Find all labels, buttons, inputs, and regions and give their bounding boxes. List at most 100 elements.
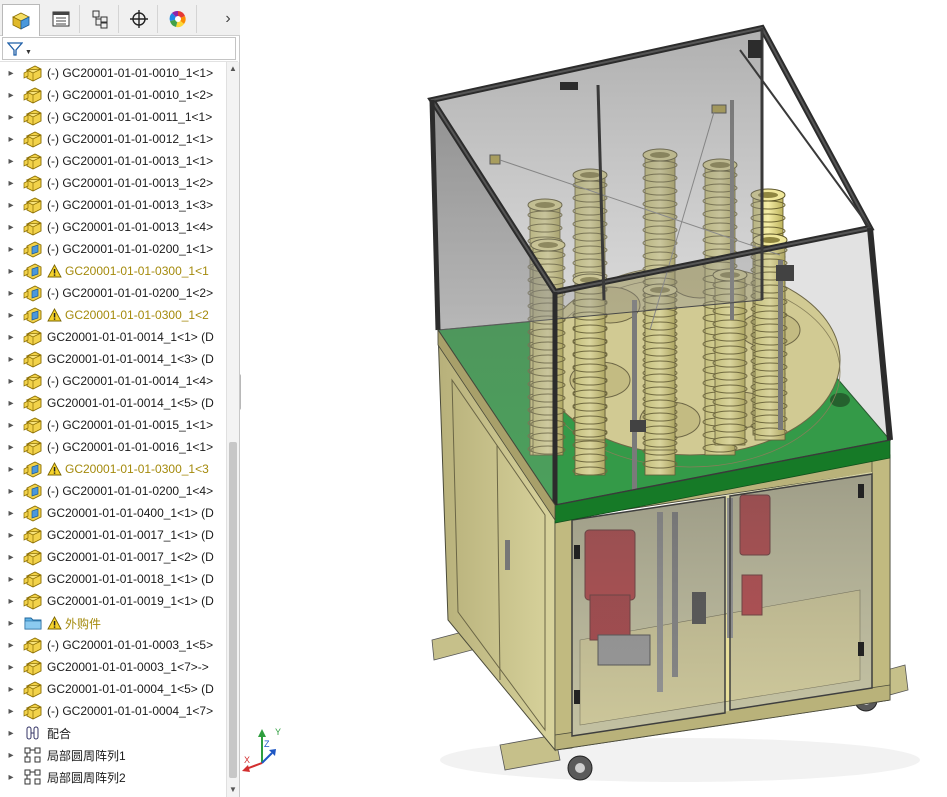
expand-arrow-icon[interactable]: ▸ (0, 750, 22, 761)
expand-arrow-icon[interactable]: ▸ (0, 332, 22, 343)
machine-model-3d-view[interactable] (241, 0, 947, 797)
tree-item[interactable]: ▸ GC20001-01-01-0300_1<1 (0, 260, 226, 282)
tree-item[interactable]: ▸ GC20001-01-01-0014_1<1> (D (0, 326, 226, 348)
tree-item[interactable]: ▸ (-) GC20001-01-01-0200_1<4> (0, 480, 226, 502)
tree-scrollbar[interactable]: ▲ ▼ (226, 62, 239, 797)
graphics-area[interactable]: Y Z X (241, 0, 947, 797)
tab-display-manager[interactable] (159, 5, 197, 33)
color-wheel-icon (169, 10, 186, 28)
tree-item[interactable]: ▸ (-) GC20001-01-01-0013_1<2> (0, 172, 226, 194)
tree-item-label: GC20001-01-01-0014_1<3> (D (47, 352, 214, 366)
tree-item[interactable]: ▸ 外购件 (0, 612, 226, 634)
tree-item-label: 局部圆周阵列2 (47, 770, 126, 785)
tree-item[interactable]: ▸ (-) GC20001-01-01-0200_1<1> (0, 238, 226, 260)
expand-arrow-icon[interactable]: ▸ (0, 574, 22, 585)
property-list-icon (52, 11, 69, 27)
tab-property-manager[interactable] (42, 5, 80, 33)
expand-arrow-icon[interactable]: ▸ (0, 662, 22, 673)
expand-arrow-icon[interactable]: ▸ (0, 354, 22, 365)
tree-item[interactable]: ▸ 局部圆周阵列2 (0, 766, 226, 788)
subassembly-icon (22, 504, 44, 522)
tree-item[interactable]: ▸ GC20001-01-01-0300_1<3 (0, 458, 226, 480)
manager-tab-bar: › (0, 0, 240, 36)
expand-arrow-icon[interactable]: ▸ (0, 552, 22, 563)
expand-arrow-icon[interactable]: ▸ (0, 68, 22, 79)
expand-arrow-icon[interactable]: ▸ (0, 134, 22, 145)
expand-arrow-icon[interactable]: ▸ (0, 112, 22, 123)
expand-arrow-icon[interactable]: ▸ (0, 310, 22, 321)
expand-arrow-icon[interactable]: ▸ (0, 200, 22, 211)
tree-item-label: GC20001-01-01-0019_1<1> (D (47, 594, 214, 608)
expand-arrow-icon[interactable]: ▸ (0, 618, 22, 629)
expand-arrow-icon[interactable]: ▸ (0, 90, 22, 101)
expand-arrow-icon[interactable]: ▸ (0, 508, 22, 519)
expand-arrow-icon[interactable]: ▸ (0, 420, 22, 431)
expand-arrow-icon[interactable]: ▸ (0, 222, 22, 233)
tree-item[interactable]: ▸ GC20001-01-01-0017_1<1> (D (0, 524, 226, 546)
tree-item[interactable]: ▸ (-) GC20001-01-01-0200_1<2> (0, 282, 226, 304)
expand-arrow-icon[interactable]: ▸ (0, 288, 22, 299)
expand-arrow-icon[interactable]: ▸ (0, 640, 22, 651)
tree-item[interactable]: ▸ GC20001-01-01-0400_1<1> (D (0, 502, 226, 524)
tree-item[interactable]: ▸ 局部圆周阵列1 (0, 744, 226, 766)
tree-item[interactable]: ▸ (-) GC20001-01-01-0010_1<2> (0, 84, 226, 106)
tree-item[interactable]: ▸ (-) GC20001-01-01-0015_1<1> (0, 414, 226, 436)
tree-item[interactable]: ▸ GC20001-01-01-0300_1<2 (0, 304, 226, 326)
expand-arrow-icon[interactable]: ▸ (0, 178, 22, 189)
tree-item[interactable]: ▸ (-) GC20001-01-01-0011_1<1> (0, 106, 226, 128)
chevron-down-icon[interactable]: ▼ (25, 49, 32, 56)
expand-arrow-icon[interactable]: ▸ (0, 266, 22, 277)
tree-item-label: (-) GC20001-01-01-0010_1<2> (47, 88, 214, 102)
subassembly-icon (22, 306, 44, 324)
tree-item-label: (-) GC20001-01-01-0013_1<4> (47, 220, 214, 234)
tree-item[interactable]: ▸ (-) GC20001-01-01-0014_1<4> (0, 370, 226, 392)
tree-item-label: (-) GC20001-01-01-0200_1<4> (47, 484, 214, 498)
tree-item[interactable]: ▸ GC20001-01-01-0014_1<3> (D (0, 348, 226, 370)
expand-arrow-icon[interactable]: ▸ (0, 728, 22, 739)
tree-item[interactable]: ▸ (-) GC20001-01-01-0010_1<1> (0, 62, 226, 84)
expand-arrow-icon[interactable]: ▸ (0, 464, 22, 475)
warning-icon (46, 461, 62, 477)
tree-item[interactable]: ▸ (-) GC20001-01-01-0013_1<3> (0, 194, 226, 216)
tree-item[interactable]: ▸ 配合 (0, 722, 226, 744)
expand-arrow-icon[interactable]: ▸ (0, 486, 22, 497)
expand-arrow-icon[interactable]: ▸ (0, 156, 22, 167)
tree-item[interactable]: ▸ (-) GC20001-01-01-0013_1<1> (0, 150, 226, 172)
tree-item[interactable]: ▸ (-) GC20001-01-01-0016_1<1> (0, 436, 226, 458)
tree-item[interactable]: ▸ (-) GC20001-01-01-0003_1<5> (0, 634, 226, 656)
tree-item[interactable]: ▸ GC20001-01-01-0019_1<1> (D (0, 590, 226, 612)
scroll-thumb[interactable] (229, 442, 237, 778)
part-icon (22, 570, 44, 588)
tree-item[interactable]: ▸ GC20001-01-01-0004_1<5> (D (0, 678, 226, 700)
chevron-right-icon[interactable]: › (218, 9, 238, 29)
tree-item[interactable]: ▸ GC20001-01-01-0003_1<7>-> (0, 656, 226, 678)
tree-item[interactable]: ▸ GC20001-01-01-0017_1<2> (D (0, 546, 226, 568)
tab-dimxpert-manager[interactable] (120, 5, 158, 33)
tab-configuration-manager[interactable] (81, 5, 119, 33)
expand-arrow-icon[interactable]: ▸ (0, 398, 22, 409)
expand-arrow-icon[interactable]: ▸ (0, 706, 22, 717)
scroll-down-arrow-icon[interactable]: ▼ (227, 783, 239, 797)
part-icon (22, 86, 44, 104)
expand-arrow-icon[interactable]: ▸ (0, 772, 22, 783)
tree-item[interactable]: ▸ (-) GC20001-01-01-0004_1<7> (0, 700, 226, 722)
subassembly-icon (22, 284, 44, 302)
triad-x-label: X (244, 755, 250, 765)
part-icon (22, 372, 44, 390)
tree-item[interactable]: ▸ (-) GC20001-01-01-0012_1<1> (0, 128, 226, 150)
tree-item-label: GC20001-01-01-0014_1<1> (D (47, 330, 214, 344)
expand-arrow-icon[interactable]: ▸ (0, 530, 22, 541)
part-icon (22, 328, 44, 346)
expand-arrow-icon[interactable]: ▸ (0, 684, 22, 695)
tree-item[interactable]: ▸ GC20001-01-01-0014_1<5> (D (0, 392, 226, 414)
filter-icon[interactable] (7, 41, 23, 57)
filter-input[interactable]: ▼ (2, 37, 236, 60)
tab-feature-manager[interactable] (2, 4, 40, 36)
expand-arrow-icon[interactable]: ▸ (0, 596, 22, 607)
tree-item[interactable]: ▸ GC20001-01-01-0018_1<1> (D (0, 568, 226, 590)
expand-arrow-icon[interactable]: ▸ (0, 442, 22, 453)
tree-item[interactable]: ▸ (-) GC20001-01-01-0013_1<4> (0, 216, 226, 238)
expand-arrow-icon[interactable]: ▸ (0, 244, 22, 255)
scroll-up-arrow-icon[interactable]: ▲ (227, 62, 239, 76)
expand-arrow-icon[interactable]: ▸ (0, 376, 22, 387)
